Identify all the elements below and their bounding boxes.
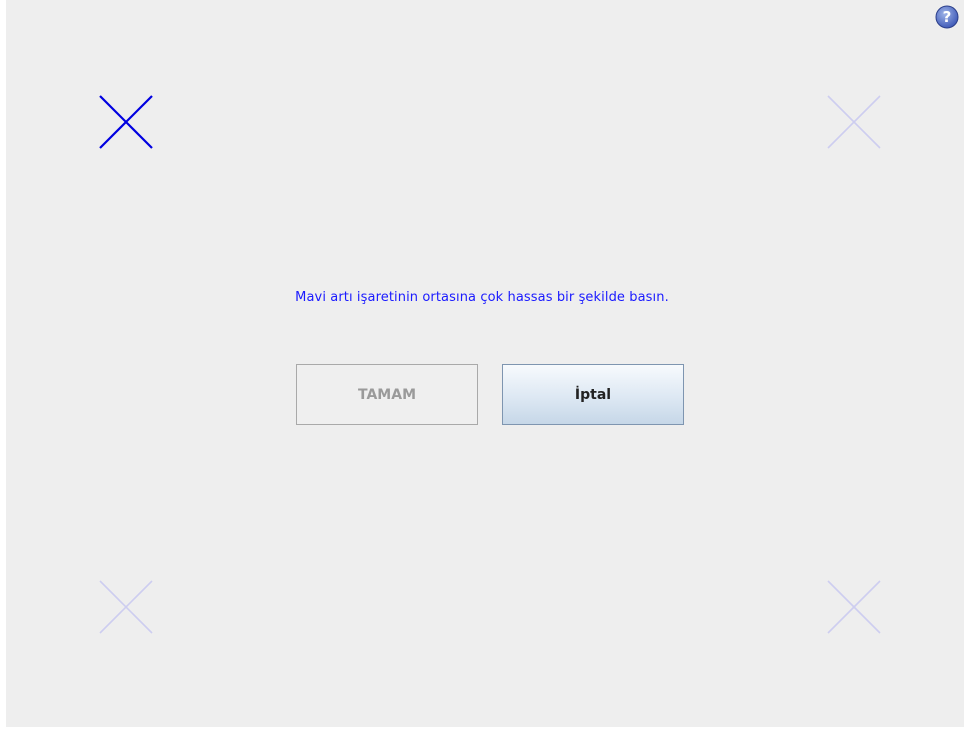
calibration-target-top-left[interactable] bbox=[98, 94, 154, 150]
calibration-instruction: Mavi artı işaretinin ortasına çok hassas… bbox=[295, 290, 669, 305]
calibration-target-top-right bbox=[826, 94, 882, 150]
calibration-target-bottom-right bbox=[826, 579, 882, 635]
svg-text:?: ? bbox=[943, 8, 952, 26]
help-icon[interactable]: ? bbox=[935, 5, 959, 29]
ok-button[interactable]: TAMAM bbox=[296, 364, 478, 425]
cancel-button[interactable]: İptal bbox=[502, 364, 684, 425]
calibration-target-bottom-left bbox=[98, 579, 154, 635]
